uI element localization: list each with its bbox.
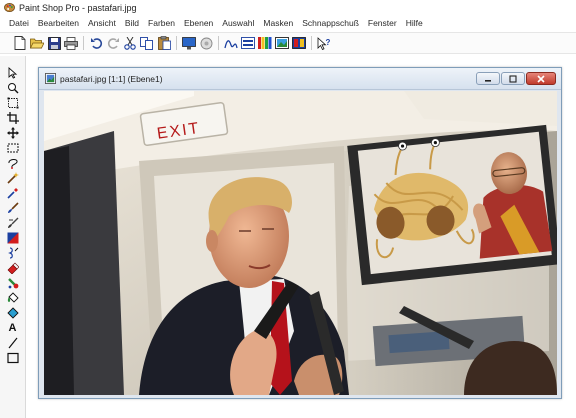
image-document-icon bbox=[45, 73, 56, 84]
undo-icon[interactable] bbox=[88, 35, 104, 51]
minimize-button[interactable] bbox=[476, 72, 500, 85]
copy-icon[interactable] bbox=[139, 35, 155, 51]
maximize-icon bbox=[509, 74, 517, 83]
layer-palette-icon[interactable] bbox=[240, 35, 256, 51]
close-icon bbox=[537, 74, 545, 83]
deformation-tool-icon[interactable] bbox=[5, 96, 21, 110]
menu-schnappschuss[interactable]: Schnappschuß bbox=[298, 18, 364, 28]
mover-tool-icon[interactable] bbox=[5, 126, 21, 140]
color-replacer-icon[interactable] bbox=[5, 231, 21, 245]
app-title: Paint Shop Pro - pastafari.jpg bbox=[19, 2, 137, 13]
close-button[interactable] bbox=[526, 72, 556, 85]
arrow-tool-icon[interactable] bbox=[5, 66, 21, 80]
menu-hilfe[interactable]: Hilfe bbox=[402, 18, 428, 28]
toolbar-separator bbox=[218, 36, 219, 50]
histogram-icon[interactable] bbox=[223, 35, 239, 51]
magic-wand-icon[interactable] bbox=[5, 171, 21, 185]
new-icon[interactable] bbox=[12, 35, 28, 51]
clone-brush-icon[interactable] bbox=[5, 216, 21, 230]
document-title: pastafari.jpg [1:1] (Ebene1) bbox=[60, 73, 163, 84]
open-icon[interactable] bbox=[29, 35, 45, 51]
selection-tool-icon[interactable] bbox=[5, 141, 21, 155]
paintbrush-icon[interactable] bbox=[5, 201, 21, 215]
print-icon[interactable] bbox=[63, 35, 79, 51]
menu-masken[interactable]: Masken bbox=[259, 18, 298, 28]
eraser-icon[interactable] bbox=[5, 261, 21, 275]
shape-fill-icon[interactable] bbox=[5, 306, 21, 320]
svg-text:?: ? bbox=[326, 38, 331, 47]
inset-monitor bbox=[347, 124, 557, 286]
standard-toolbar: ? bbox=[0, 32, 576, 54]
paste-icon[interactable] bbox=[156, 35, 172, 51]
menu-bild[interactable]: Bild bbox=[121, 18, 144, 28]
browse-icon[interactable] bbox=[198, 35, 214, 51]
cut-icon[interactable] bbox=[122, 35, 138, 51]
menu-farben[interactable]: Farben bbox=[144, 18, 180, 28]
zoom-tool-icon[interactable] bbox=[5, 81, 21, 95]
retouch-icon[interactable] bbox=[5, 246, 21, 260]
maximize-button[interactable] bbox=[501, 72, 525, 85]
window-controls bbox=[476, 72, 556, 85]
toolbar-separator bbox=[311, 36, 312, 50]
context-help-icon[interactable]: ? bbox=[316, 35, 332, 51]
crop-tool-icon[interactable] bbox=[5, 111, 21, 125]
menu-bearbeiten[interactable]: Bearbeiten bbox=[34, 18, 84, 28]
color-palette-icon[interactable] bbox=[257, 35, 273, 51]
text-tool-icon[interactable]: A bbox=[5, 321, 21, 335]
flood-fill-icon[interactable] bbox=[5, 291, 21, 305]
menu-datei[interactable]: Datei bbox=[5, 18, 34, 28]
full-screen-preview-icon[interactable] bbox=[181, 35, 197, 51]
pastafari-photo: EXIT bbox=[44, 91, 557, 395]
menu-auswahl[interactable]: Auswahl bbox=[218, 18, 259, 28]
app-title-bar: Paint Shop Pro - pastafari.jpg bbox=[0, 0, 576, 15]
line-tool-icon[interactable] bbox=[5, 336, 21, 350]
shape-tool-icon[interactable] bbox=[5, 351, 21, 365]
menu-ebenen[interactable]: Ebenen bbox=[180, 18, 218, 28]
menu-fenster[interactable]: Fenster bbox=[364, 18, 402, 28]
toolbar-separator bbox=[176, 36, 177, 50]
image-canvas[interactable]: EXIT bbox=[44, 91, 557, 395]
overview-icon[interactable] bbox=[274, 35, 290, 51]
paint-palette-icon bbox=[4, 3, 15, 12]
dropper-icon[interactable] bbox=[5, 186, 21, 200]
picture-tube-icon[interactable] bbox=[5, 276, 21, 290]
menu-bar: Datei Bearbeiten Ansicht Bild Farben Ebe… bbox=[0, 16, 576, 30]
tool-palette-icon[interactable] bbox=[291, 35, 307, 51]
freehand-selection-icon[interactable] bbox=[5, 156, 21, 170]
minimize-icon bbox=[485, 79, 491, 82]
menu-ansicht[interactable]: Ansicht bbox=[84, 18, 121, 28]
save-icon[interactable] bbox=[46, 35, 62, 51]
toolbar-separator bbox=[83, 36, 84, 50]
tool-palette: A bbox=[0, 56, 26, 418]
document-title-bar[interactable]: pastafari.jpg [1:1] (Ebene1) bbox=[39, 68, 561, 90]
redo-icon[interactable] bbox=[105, 35, 121, 51]
document-window[interactable]: pastafari.jpg [1:1] (Ebene1) EXIT bbox=[38, 67, 562, 399]
